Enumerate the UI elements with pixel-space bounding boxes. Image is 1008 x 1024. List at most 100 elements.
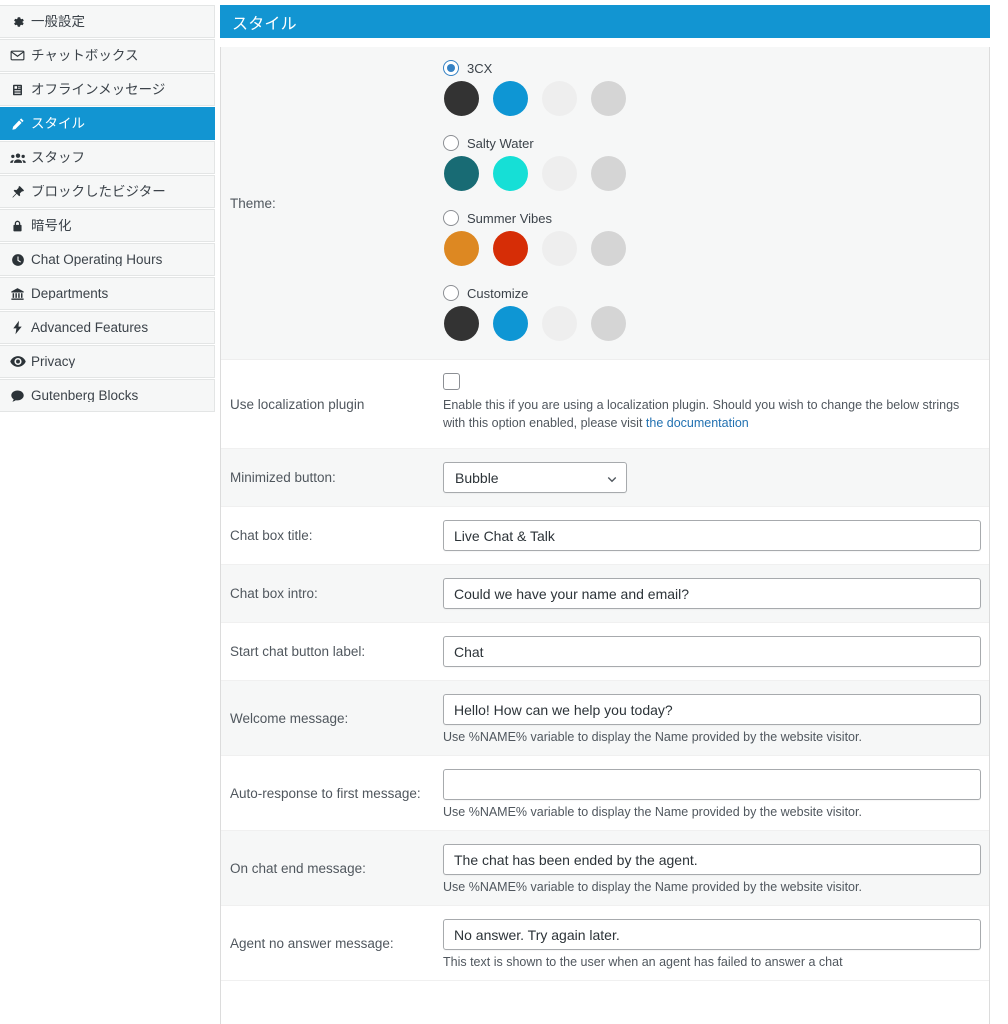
row-use-localization-plugin: Use localization plugin Enable this if y… <box>221 360 989 450</box>
pencil-icon <box>9 117 26 131</box>
bank-icon <box>9 287 26 301</box>
sidebar-item-label: オフラインメッセージ <box>31 82 166 97</box>
theme-label: Theme: <box>230 195 276 211</box>
page-title: スタイル <box>232 15 297 33</box>
color-swatch <box>591 231 626 266</box>
row-auto-response-first-message: Auto-response to first message: Use %NAME… <box>221 756 989 832</box>
envelope-icon <box>9 48 26 63</box>
sidebar-item-gutenberg-blocks[interactable]: Gutenberg Blocks <box>0 379 215 412</box>
auto-response-first-message-input[interactable] <box>443 769 981 801</box>
color-swatch <box>542 231 577 266</box>
theme-option-label: 3CX <box>467 60 493 76</box>
color-swatch[interactable] <box>591 306 626 341</box>
use-localization-plugin-help: Enable this if you are using a localizat… <box>443 396 981 432</box>
start-chat-button-label-label: Start chat button label: <box>230 644 366 660</box>
welcome-message-label: Welcome message: <box>230 710 349 726</box>
users-icon <box>9 151 26 165</box>
minimized-button-label: Minimized button: <box>230 470 336 486</box>
sidebar-item-blocked-visitors[interactable]: ブロックしたビジター <box>0 175 215 208</box>
sidebar-item-label: Advanced Features <box>31 320 149 335</box>
sidebar-item-label: チャットボックス <box>31 48 139 63</box>
row-start-chat-button-label: Start chat button label: <box>221 623 989 682</box>
color-swatch[interactable] <box>444 306 479 341</box>
row-theme: Theme: 3CX Salty Water Summer Vibes Customi… <box>221 47 989 360</box>
sidebar-item-label: Privacy <box>31 354 76 369</box>
theme-option-group: Customize <box>443 285 989 341</box>
theme-radio-button[interactable] <box>443 60 459 76</box>
sidebar-item-label: ブロックしたビジター <box>31 184 166 199</box>
sidebar-item-label: Chat Operating Hours <box>31 252 163 267</box>
panel-header: スタイル <box>220 5 990 38</box>
theme-option-label: Customize <box>467 285 529 301</box>
chat-box-title-input[interactable] <box>443 520 981 552</box>
theme-swatches <box>443 306 989 341</box>
row-chat-box-intro: Chat box intro: <box>221 565 989 624</box>
sidebar-item-privacy[interactable]: Privacy <box>0 345 215 378</box>
color-swatch <box>444 156 479 191</box>
agent-no-answer-message-input[interactable] <box>443 919 981 951</box>
list-icon <box>9 83 26 97</box>
auto-response-first-message-label: Auto-response to first message: <box>230 785 421 801</box>
sidebar-item-label: Gutenberg Blocks <box>31 388 139 403</box>
sidebar-item-offline-message[interactable]: オフラインメッセージ <box>0 73 215 106</box>
start-chat-button-label-input[interactable] <box>443 636 981 668</box>
use-localization-plugin-checkbox[interactable] <box>443 373 460 390</box>
on-chat-end-message-input[interactable] <box>443 844 981 876</box>
chat-box-intro-label: Chat box intro: <box>230 586 318 602</box>
row-welcome-message: Welcome message: Use %NAME% variable to d… <box>221 681 989 757</box>
pin-icon <box>9 185 26 199</box>
theme-radio-button[interactable] <box>443 285 459 301</box>
theme-radio-button[interactable] <box>443 135 459 151</box>
theme-swatches <box>443 231 989 266</box>
documentation-link[interactable]: the documentation <box>646 416 749 430</box>
theme-option-label: Summer Vibes <box>467 210 553 226</box>
color-swatch[interactable] <box>493 306 528 341</box>
chat-box-intro-input[interactable] <box>443 578 981 610</box>
auto-response-first-message-note: Use %NAME% variable to display the Name … <box>443 805 862 820</box>
settings-page: 一般設定 チャットボックス オフラインメッセージ スタイル スタッフ ブロックしたビジター… <box>0 0 1008 1024</box>
comment-icon <box>9 389 26 403</box>
minimized-button-select[interactable]: Bubble <box>443 462 627 494</box>
sidebar-item-encryption[interactable]: 暗号化 <box>0 209 215 242</box>
theme-radio-option[interactable]: Summer Vibes <box>443 210 989 226</box>
color-swatch <box>591 81 626 116</box>
theme-radio-option[interactable]: 3CX <box>443 60 989 76</box>
main-content: スタイル Theme: 3CX Salty Water Summer Vibes Cu… <box>215 0 1008 1024</box>
theme-option-group: Salty Water <box>443 135 989 191</box>
color-swatch <box>493 156 528 191</box>
welcome-message-note: Use %NAME% variable to display the Name … <box>443 730 862 745</box>
sidebar-item-general-settings[interactable]: 一般設定 <box>0 5 215 38</box>
sidebar-nav: 一般設定チャットボックスオフラインメッセージ スタイルスタッフブロックしたビジター… <box>0 0 215 1024</box>
on-chat-end-message-note: Use %NAME% variable to display the Name … <box>443 880 862 895</box>
sidebar-item-label: スタッフ <box>31 150 85 165</box>
theme-options: 3CX Salty Water Summer Vibes Customize <box>443 47 989 359</box>
sidebar-item-departments[interactable]: Departments <box>0 277 215 310</box>
color-swatch[interactable] <box>542 306 577 341</box>
sidebar-item-label: 暗号化 <box>31 218 72 233</box>
agent-no-answer-message-note: This text is shown to the user when an a… <box>443 955 843 970</box>
sidebar-item-chat-box[interactable]: チャットボックス <box>0 39 215 72</box>
sidebar-item-style[interactable]: スタイル <box>0 107 215 140</box>
row-minimized-button: Minimized button: Bubble <box>221 449 989 508</box>
sidebar-item-label: 一般設定 <box>31 14 85 29</box>
theme-option-group: 3CX <box>443 60 989 116</box>
use-localization-plugin-label: Use localization plugin <box>230 396 365 412</box>
sidebar-item-chat-operating-hours[interactable]: Chat Operating Hours <box>0 243 215 276</box>
row-agent-no-answer-message: Agent no answer message: This text is sho… <box>221 906 989 982</box>
theme-radio-button[interactable] <box>443 210 459 226</box>
eye-icon <box>9 355 26 368</box>
theme-option-group: Summer Vibes <box>443 210 989 266</box>
theme-radio-option[interactable]: Salty Water <box>443 135 989 151</box>
bolt-icon <box>9 320 26 335</box>
welcome-message-input[interactable] <box>443 694 981 726</box>
sidebar-item-label: スタイル <box>31 116 85 131</box>
sidebar-item-advanced-features[interactable]: Advanced Features <box>0 311 215 344</box>
sidebar-item-staff[interactable]: スタッフ <box>0 141 215 174</box>
color-swatch <box>444 81 479 116</box>
chevron-down-icon <box>606 472 618 484</box>
theme-radio-option[interactable]: Customize <box>443 285 989 301</box>
clock-icon <box>9 253 26 267</box>
color-swatch <box>444 231 479 266</box>
color-swatch <box>542 156 577 191</box>
row-chat-box-title: Chat box title: <box>221 507 989 566</box>
